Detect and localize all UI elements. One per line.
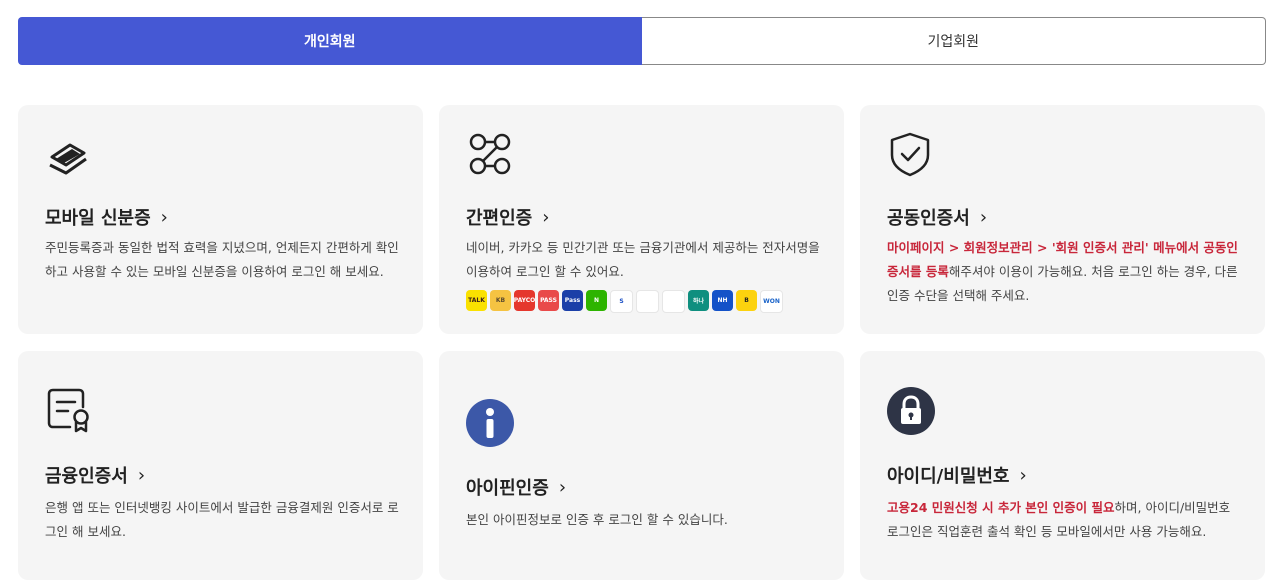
card-description: 고용24 민원신청 시 추가 본인 인증이 필요하며, 아이디/비밀번호 로그인… <box>887 496 1243 544</box>
chevron-right-icon: › <box>137 464 146 486</box>
samsung-pass-logo: Pass <box>562 290 583 311</box>
card-title: 공동인증서 › <box>887 204 987 230</box>
lock-icon <box>886 386 936 440</box>
toss-logo <box>636 290 659 313</box>
tab-corporate[interactable]: 기업회원 <box>641 17 1266 65</box>
card-title: 아이디/비밀번호 › <box>887 462 1027 488</box>
financial-certificate-card[interactable]: 금융인증서 › 은행 앱 또는 인터넷뱅킹 사이트에서 발급한 금융결제원 인증… <box>18 351 423 580</box>
card-title: 모바일 신분증 › <box>45 204 168 230</box>
simple-auth-icon <box>467 131 513 181</box>
card-title: 간편인증 › <box>466 204 549 230</box>
card-description: 본인 아이핀정보로 인증 후 로그인 할 수 있습니다. <box>466 512 728 527</box>
card-description: 주민등록증과 동일한 법적 효력을 지녔으며, 언제든지 간편하게 확인하고 사… <box>45 240 399 279</box>
hana-logo: 하나 <box>688 290 709 311</box>
card-title-text: 공동인증서 <box>887 208 970 229</box>
card-title-text: 아이핀인증 <box>466 478 549 499</box>
chevron-right-icon: › <box>160 206 168 228</box>
banksign-logo: B <box>736 290 757 311</box>
joint-certificate-card[interactable]: 공동인증서 › 마이페이지 > 회원정보관리 > '회원 인증서 관리' 메뉴에… <box>860 105 1265 334</box>
chevron-right-icon: › <box>542 206 550 228</box>
kb-logo: KB <box>490 290 511 311</box>
kakao-logo: TALK <box>466 290 487 311</box>
chevron-right-icon: › <box>979 206 988 228</box>
card-description-emphasis: 고용24 민원신청 시 추가 본인 인증이 필요 <box>887 500 1115 515</box>
tab-individual[interactable]: 개인회원 <box>18 17 642 65</box>
pass-logo: PASS <box>538 290 559 311</box>
simple-auth-card[interactable]: 간편인증 › 네이버, 카카오 등 민간기관 또는 금융기관에서 제공하는 전자… <box>439 105 844 334</box>
card-title: 금융인증서 › <box>45 462 145 488</box>
mobile-id-icon <box>46 135 90 179</box>
naver-logo: N <box>586 290 607 311</box>
nh-logo: NH <box>712 290 733 311</box>
id-password-card[interactable]: 아이디/비밀번호 › 고용24 민원신청 시 추가 본인 인증이 필요하며, 아… <box>860 351 1265 580</box>
woori-logo: WON <box>760 290 783 313</box>
ipin-card[interactable]: 아이핀인증 › 본인 아이핀정보로 인증 후 로그인 할 수 있습니다. <box>439 351 844 580</box>
card-title-text: 간편인증 <box>466 208 533 229</box>
card-description: 네이버, 카카오 등 민간기관 또는 금융기관에서 제공하는 전자서명을 이용하… <box>466 240 820 279</box>
shield-check-icon <box>888 131 932 181</box>
info-icon <box>465 398 515 452</box>
card-description: 은행 앱 또는 인터넷뱅킹 사이트에서 발급한 금융결제원 인증서로 로그인 해… <box>45 500 399 539</box>
card-title-text: 모바일 신분증 <box>45 208 151 229</box>
card-title: 아이핀인증 › <box>466 474 566 500</box>
chevron-right-icon: › <box>558 476 567 498</box>
certificate-icon <box>46 387 94 439</box>
card-title-text: 아이디/비밀번호 <box>887 466 1010 487</box>
shinhan-logo: S <box>610 290 633 313</box>
member-type-tabs: 개인회원 기업회원 <box>18 17 1266 65</box>
payco-logo: PAYCO <box>514 290 535 311</box>
mobile-id-card[interactable]: 모바일 신분증 › 주민등록증과 동일한 법적 효력을 지녔으며, 언제든지 간… <box>18 105 423 334</box>
card-title-text: 금융인증서 <box>45 466 128 487</box>
chevron-right-icon: › <box>1019 464 1027 486</box>
card-description: 마이페이지 > 회원정보관리 > '회원 인증서 관리' 메뉴에서 공동인증서를… <box>887 236 1243 308</box>
banksalad-logo <box>662 290 685 313</box>
provider-logo-list: TALK KB PAYCO PASS Pass N S 하나 NH B WON <box>466 290 783 313</box>
